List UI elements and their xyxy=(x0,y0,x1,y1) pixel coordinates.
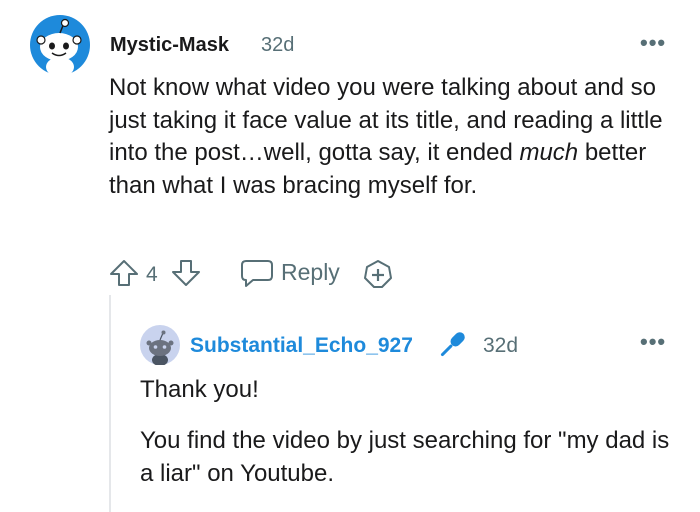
downvote-arrow-icon xyxy=(172,260,200,286)
comment-body-emphasis: much xyxy=(519,139,579,166)
upvote-arrow-icon xyxy=(110,260,138,286)
comment-timestamp: 32d xyxy=(261,34,295,56)
reply-timestamp: 32d xyxy=(483,334,519,357)
avatar[interactable] xyxy=(30,15,90,75)
microphone-icon xyxy=(440,332,465,357)
plus-award-icon xyxy=(364,260,392,288)
upvote-button[interactable] xyxy=(108,257,140,289)
reply-author[interactable]: Substantial_Echo_927 xyxy=(190,334,413,358)
reply-avatar[interactable] xyxy=(140,325,180,365)
more-options-button[interactable]: ••• xyxy=(640,32,666,54)
vote-count: 4 xyxy=(146,263,158,286)
speech-bubble-icon xyxy=(241,260,273,287)
comment-author[interactable]: Mystic-Mask xyxy=(110,34,229,57)
reply-label[interactable]: Reply xyxy=(281,259,340,286)
reply-body-paragraph: Thank you! xyxy=(140,376,259,403)
reply-button[interactable] xyxy=(240,258,274,288)
comment-body: Not know what video you were talking abo… xyxy=(109,72,684,202)
reply-body-paragraph: You find the video by just searching for… xyxy=(140,427,670,487)
reply-more-options-button[interactable]: ••• xyxy=(640,331,666,353)
award-button[interactable] xyxy=(362,258,394,290)
downvote-button[interactable] xyxy=(170,257,202,289)
thread-line[interactable] xyxy=(109,295,111,512)
